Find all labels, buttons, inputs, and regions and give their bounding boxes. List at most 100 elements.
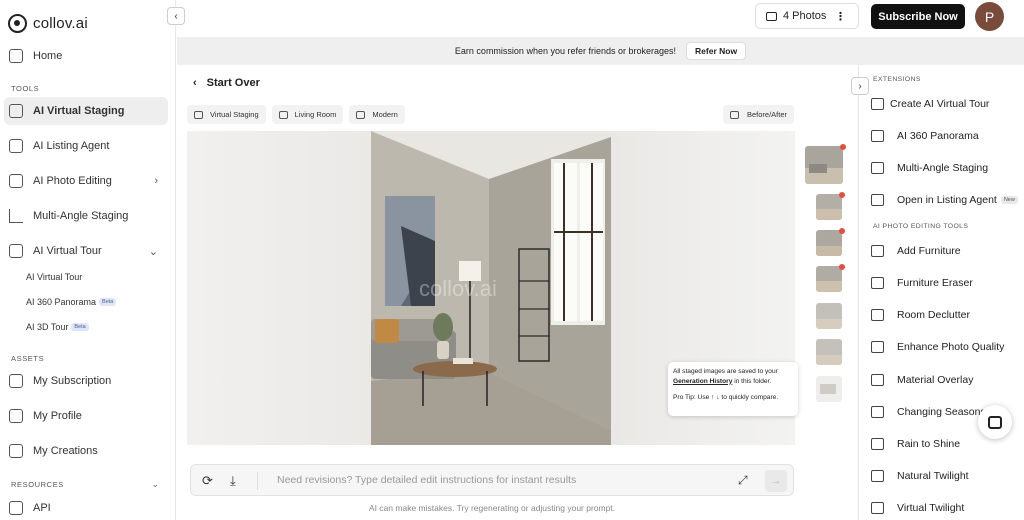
sidebar-item-ai-photo-editing[interactable]: AI Photo Editing ›	[4, 167, 168, 195]
avatar[interactable]: P	[975, 2, 1004, 31]
sidebar-subitem-label: AI Virtual Tour	[26, 272, 83, 282]
multi-angle-icon	[871, 162, 884, 174]
history-tooltip: All staged images are saved to your Gene…	[668, 362, 798, 416]
moon-icon	[871, 502, 884, 514]
tool-changing-seasons[interactable]: Changing Seasons	[871, 401, 986, 423]
chip-label: Modern	[372, 110, 398, 119]
chip-style[interactable]: Modern	[349, 105, 405, 124]
chevron-down-icon[interactable]: ⌄	[151, 479, 159, 490]
extension-multi-angle-staging[interactable]: Multi-Angle Staging	[871, 157, 988, 179]
more-options-icon[interactable]: ⋮	[835, 10, 846, 23]
extension-create-ai-virtual-tour[interactable]: Create AI Virtual Tour	[871, 93, 989, 115]
revision-input[interactable]: Need revisions? Type detailed edit instr…	[277, 474, 576, 486]
status-dot	[840, 144, 846, 150]
section-label-ai-photo-editing-tools: AI PHOTO EDITING TOOLS	[873, 223, 969, 230]
cube-icon	[278, 110, 288, 119]
thumbnail[interactable]	[816, 339, 842, 365]
photo-editing-icon	[9, 174, 23, 188]
listing-agent-icon	[9, 139, 23, 153]
chat-support-button[interactable]	[978, 405, 1012, 439]
tool-natural-twilight[interactable]: Natural Twilight	[871, 465, 969, 487]
tooltip-line-1: All staged images are saved to your	[673, 368, 778, 375]
sidebar-item-label: My Subscription	[33, 375, 112, 387]
expand-icon[interactable]: ⤢	[738, 473, 748, 488]
extension-open-in-listing-agent[interactable]: Open in Listing Agent New	[871, 189, 1018, 211]
sidebar-subitem-label: AI 3D Tour	[26, 322, 69, 332]
new-badge: New	[1000, 196, 1018, 204]
photos-button[interactable]: 4 Photos ⋮	[755, 3, 859, 29]
virtual-staging-icon	[9, 104, 23, 118]
thumbnail[interactable]	[816, 266, 842, 292]
sidebar-item-my-subscription[interactable]: My Subscription	[4, 367, 168, 395]
sidebar-item-multi-angle-staging[interactable]: Multi-Angle Staging	[4, 202, 168, 230]
subscribe-button[interactable]: Subscribe Now	[871, 4, 965, 29]
tool-label: Room Declutter	[897, 309, 970, 321]
tool-room-declutter[interactable]: Room Declutter	[871, 304, 970, 326]
chat-icon	[988, 415, 1002, 429]
extension-ai-360-panorama[interactable]: AI 360 Panorama	[871, 125, 979, 147]
sidebar-item-label: AI Virtual Staging	[33, 105, 125, 117]
logo[interactable]: collov.ai	[8, 11, 88, 35]
beta-badge: Beta	[71, 323, 89, 331]
sidebar-subitem-ai-virtual-tour[interactable]: AI Virtual Tour	[26, 267, 82, 287]
thumbnail[interactable]	[816, 194, 842, 220]
tool-furniture-eraser[interactable]: Furniture Eraser	[871, 272, 973, 294]
sidebar-item-ai-virtual-tour[interactable]: AI Virtual Tour ⌄	[4, 237, 168, 265]
thumbnail[interactable]	[816, 303, 842, 329]
tool-rain-to-shine[interactable]: Rain to Shine	[871, 433, 960, 455]
snowflake-icon	[871, 406, 884, 418]
thumbnail[interactable]	[816, 376, 842, 402]
start-over-button[interactable]: ‹ Start Over	[193, 77, 260, 89]
refer-now-button[interactable]: Refer Now	[686, 42, 747, 60]
start-over-label: Start Over	[206, 77, 260, 89]
generation-history-link[interactable]: Generation History	[673, 378, 732, 385]
sidebar-item-label: AI Virtual Tour	[33, 245, 102, 257]
download-icon[interactable]: ⤓	[230, 473, 236, 489]
sidebar: collov.ai Home TOOLS AI Virtual Staging …	[0, 0, 176, 520]
section-label-tools: TOOLS	[11, 84, 40, 93]
right-panel: › EXTENSIONS Create AI Virtual Tour AI 3…	[851, 65, 1024, 520]
chip-room-type[interactable]: Living Room	[271, 105, 344, 124]
sidebar-item-api[interactable]: API	[4, 494, 168, 520]
creations-icon	[9, 444, 23, 458]
tool-material-overlay[interactable]: Material Overlay	[871, 369, 973, 391]
virtual-tour-icon	[871, 98, 884, 110]
sidebar-item-ai-listing-agent[interactable]: AI Listing Agent	[4, 132, 168, 160]
staged-room-image: collov.ai	[371, 131, 611, 445]
sidebar-subitem-ai-360-panorama[interactable]: AI 360 Panorama Beta	[26, 292, 117, 312]
sidebar-item-ai-virtual-staging[interactable]: AI Virtual Staging	[4, 97, 168, 125]
regenerate-icon[interactable]: ⟳	[202, 473, 213, 489]
thumbnail[interactable]	[816, 230, 842, 256]
status-dot	[839, 264, 845, 270]
panorama-icon	[871, 130, 884, 142]
sidebar-item-label: API	[33, 502, 51, 514]
enhance-icon	[871, 341, 884, 353]
tool-virtual-twilight[interactable]: Virtual Twilight	[871, 497, 964, 519]
tool-label: Rain to Shine	[897, 438, 961, 450]
sidebar-item-label: AI Photo Editing	[33, 175, 112, 187]
sidebar-item-my-creations[interactable]: My Creations	[4, 437, 168, 465]
photos-count: 4 Photos	[783, 10, 827, 22]
thumbnail[interactable]	[805, 146, 843, 184]
sidebar-item-home[interactable]: Home	[4, 42, 168, 70]
logo-text: collov.ai	[33, 14, 88, 32]
tool-enhance-photo-quality[interactable]: Enhance Photo Quality	[871, 336, 1004, 358]
extension-label: Create AI Virtual Tour	[890, 98, 990, 110]
sofa-icon	[194, 110, 203, 119]
collapse-right-panel-button[interactable]: ›	[851, 77, 869, 95]
listing-agent-icon	[871, 194, 884, 206]
sidebar-item-my-profile[interactable]: My Profile	[4, 402, 168, 430]
tooltip-line-2: in this folder.	[734, 377, 772, 385]
api-icon	[9, 501, 23, 515]
sidebar-subitem-ai-3d-tour[interactable]: AI 3D Tour Beta	[26, 317, 89, 337]
logo-icon	[8, 13, 27, 33]
virtual-tour-icon	[9, 244, 23, 258]
chip-virtual-staging[interactable]: Virtual Staging	[187, 105, 266, 124]
profile-icon	[9, 409, 23, 423]
tool-label: Material Overlay	[897, 374, 974, 386]
before-after-button[interactable]: Before/After	[723, 105, 795, 124]
arrow-left-icon: ‹	[193, 77, 197, 89]
send-button[interactable]: →	[765, 470, 787, 492]
tool-add-furniture[interactable]: Add Furniture	[871, 240, 961, 262]
collapse-sidebar-button[interactable]: ‹	[167, 7, 185, 25]
